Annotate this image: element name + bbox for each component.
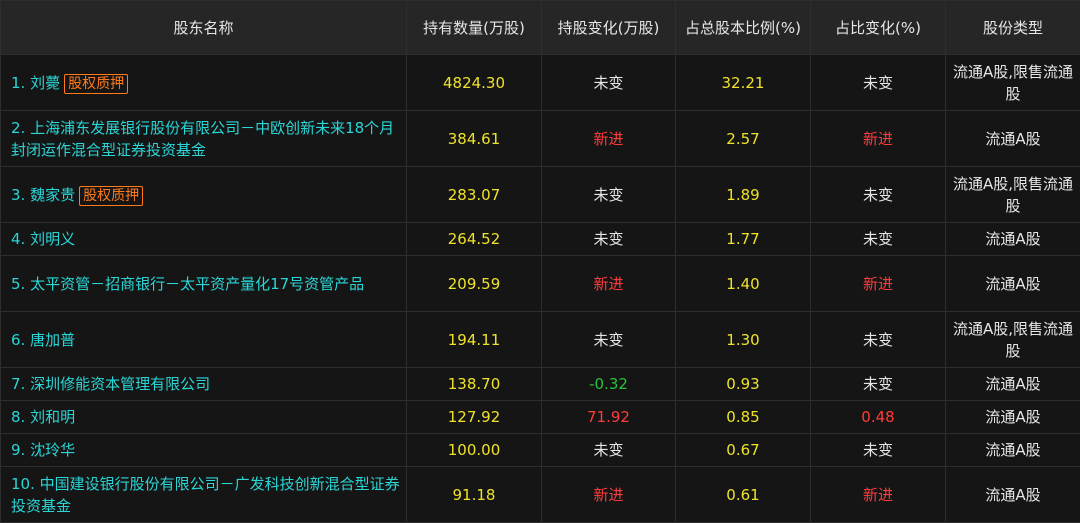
holder-name-cell[interactable]: 1. 刘薨股权质押 [1,55,407,111]
ratio-change-cell: 新进 [811,467,946,523]
quantity-cell: 4824.30 [407,55,542,111]
table-row[interactable]: 8. 刘和明 127.9271.920.850.48流通A股 [1,401,1080,434]
column-header-quantity-change[interactable]: 持股变化(万股) [542,1,676,55]
ratio-change-cell: 未变 [811,368,946,401]
ratio-cell: 1.77 [676,223,811,256]
quantity-cell: 264.52 [407,223,542,256]
holder-name-cell[interactable]: 7. 深圳修能资本管理有限公司 [1,368,407,401]
ratio-cell: 0.85 [676,401,811,434]
table-row[interactable]: 6. 唐加普194.11未变1.30未变流通A股,限售流通股 [1,312,1080,368]
holder-name[interactable]: 9. 沈玲华 [11,441,75,459]
shareholder-table: 股东名称 持有数量(万股) 持股变化(万股) 占总股本比例(%) 占比变化(%)… [0,0,1080,523]
holder-name-cell[interactable]: 3. 魏家贵股权质押 [1,167,407,223]
quantity-change-cell: 未变 [542,167,676,223]
quantity-change-cell: 新进 [542,111,676,167]
quantity-cell: 138.70 [407,368,542,401]
holder-name[interactable]: 7. 深圳修能资本管理有限公司 [11,375,210,393]
holder-name[interactable]: 6. 唐加普 [11,331,75,349]
holder-name[interactable]: 1. 刘薨 [11,74,60,92]
column-header-share-type[interactable]: 股份类型 [946,1,1080,55]
holder-name-cell[interactable]: 5. 太平资管－招商银行－太平资产量化17号资管产品 [1,256,407,312]
holder-name[interactable]: 5. 太平资管－招商银行－太平资产量化17号资管产品 [11,275,364,293]
ratio-cell: 0.67 [676,434,811,467]
table-row[interactable]: 10. 中国建设银行股份有限公司－广发科技创新混合型证券投资基金91.18新进0… [1,467,1080,523]
holder-name[interactable]: 4. 刘明义 [11,230,75,248]
holder-name-cell[interactable]: 6. 唐加普 [1,312,407,368]
quantity-cell: 91.18 [407,467,542,523]
quantity-cell: 384.61 [407,111,542,167]
quantity-change-cell: 未变 [542,434,676,467]
table-header-row: 股东名称 持有数量(万股) 持股变化(万股) 占总股本比例(%) 占比变化(%)… [1,1,1080,55]
holder-name[interactable]: 3. 魏家贵 [11,186,75,204]
table-row[interactable]: 1. 刘薨股权质押4824.30未变32.21未变流通A股,限售流通股 [1,55,1080,111]
quantity-change-cell: 新进 [542,467,676,523]
ratio-change-cell: 新进 [811,256,946,312]
share-type-cell: 流通A股 [946,223,1080,256]
share-type-cell: 流通A股 [946,434,1080,467]
column-header-holder-name[interactable]: 股东名称 [1,1,407,55]
column-header-ratio[interactable]: 占总股本比例(%) [676,1,811,55]
table-row[interactable]: 7. 深圳修能资本管理有限公司 138.70-0.320.93未变流通A股 [1,368,1080,401]
quantity-change-cell: 未变 [542,223,676,256]
ratio-cell: 0.93 [676,368,811,401]
table-row[interactable]: 5. 太平资管－招商银行－太平资产量化17号资管产品209.59新进1.40新进… [1,256,1080,312]
quantity-cell: 127.92 [407,401,542,434]
share-type-cell: 流通A股,限售流通股 [946,55,1080,111]
ratio-change-cell: 未变 [811,434,946,467]
ratio-cell: 0.61 [676,467,811,523]
ratio-change-cell: 未变 [811,312,946,368]
holder-name-cell[interactable]: 4. 刘明义 [1,223,407,256]
quantity-change-cell: 未变 [542,312,676,368]
share-type-cell: 流通A股,限售流通股 [946,312,1080,368]
quantity-cell: 283.07 [407,167,542,223]
share-type-cell: 流通A股 [946,467,1080,523]
ratio-change-cell: 未变 [811,55,946,111]
holder-name-cell[interactable]: 2. 上海浦东发展银行股份有限公司－中欧创新未来18个月封闭运作混合型证券投资基… [1,111,407,167]
share-type-cell: 流通A股 [946,401,1080,434]
quantity-change-cell: -0.32 [542,368,676,401]
table-row[interactable]: 2. 上海浦东发展银行股份有限公司－中欧创新未来18个月封闭运作混合型证券投资基… [1,111,1080,167]
table-row[interactable]: 9. 沈玲华100.00未变0.67未变流通A股 [1,434,1080,467]
column-header-quantity[interactable]: 持有数量(万股) [407,1,542,55]
pledge-badge: 股权质押 [64,74,128,94]
ratio-change-cell: 新进 [811,111,946,167]
holder-name-cell[interactable]: 10. 中国建设银行股份有限公司－广发科技创新混合型证券投资基金 [1,467,407,523]
holder-name-cell[interactable]: 8. 刘和明 [1,401,407,434]
holder-name[interactable]: 10. 中国建设银行股份有限公司－广发科技创新混合型证券投资基金 [11,475,400,515]
holder-name-cell[interactable]: 9. 沈玲华 [1,434,407,467]
share-type-cell: 流通A股 [946,368,1080,401]
column-header-ratio-change[interactable]: 占比变化(%) [811,1,946,55]
quantity-cell: 209.59 [407,256,542,312]
quantity-change-cell: 未变 [542,55,676,111]
ratio-cell: 1.89 [676,167,811,223]
ratio-change-cell: 0.48 [811,401,946,434]
share-type-cell: 流通A股 [946,111,1080,167]
quantity-cell: 100.00 [407,434,542,467]
ratio-cell: 1.40 [676,256,811,312]
table-row[interactable]: 3. 魏家贵股权质押283.07未变1.89未变流通A股,限售流通股 [1,167,1080,223]
ratio-change-cell: 未变 [811,223,946,256]
share-type-cell: 流通A股 [946,256,1080,312]
quantity-change-cell: 新进 [542,256,676,312]
ratio-change-cell: 未变 [811,167,946,223]
pledge-badge: 股权质押 [79,186,143,206]
ratio-cell: 1.30 [676,312,811,368]
share-type-cell: 流通A股,限售流通股 [946,167,1080,223]
ratio-cell: 32.21 [676,55,811,111]
table-row[interactable]: 4. 刘明义264.52未变1.77未变流通A股 [1,223,1080,256]
holder-name[interactable]: 8. 刘和明 [11,408,75,426]
ratio-cell: 2.57 [676,111,811,167]
holder-name[interactable]: 2. 上海浦东发展银行股份有限公司－中欧创新未来18个月封闭运作混合型证券投资基… [11,119,394,159]
quantity-change-cell: 71.92 [542,401,676,434]
quantity-cell: 194.11 [407,312,542,368]
